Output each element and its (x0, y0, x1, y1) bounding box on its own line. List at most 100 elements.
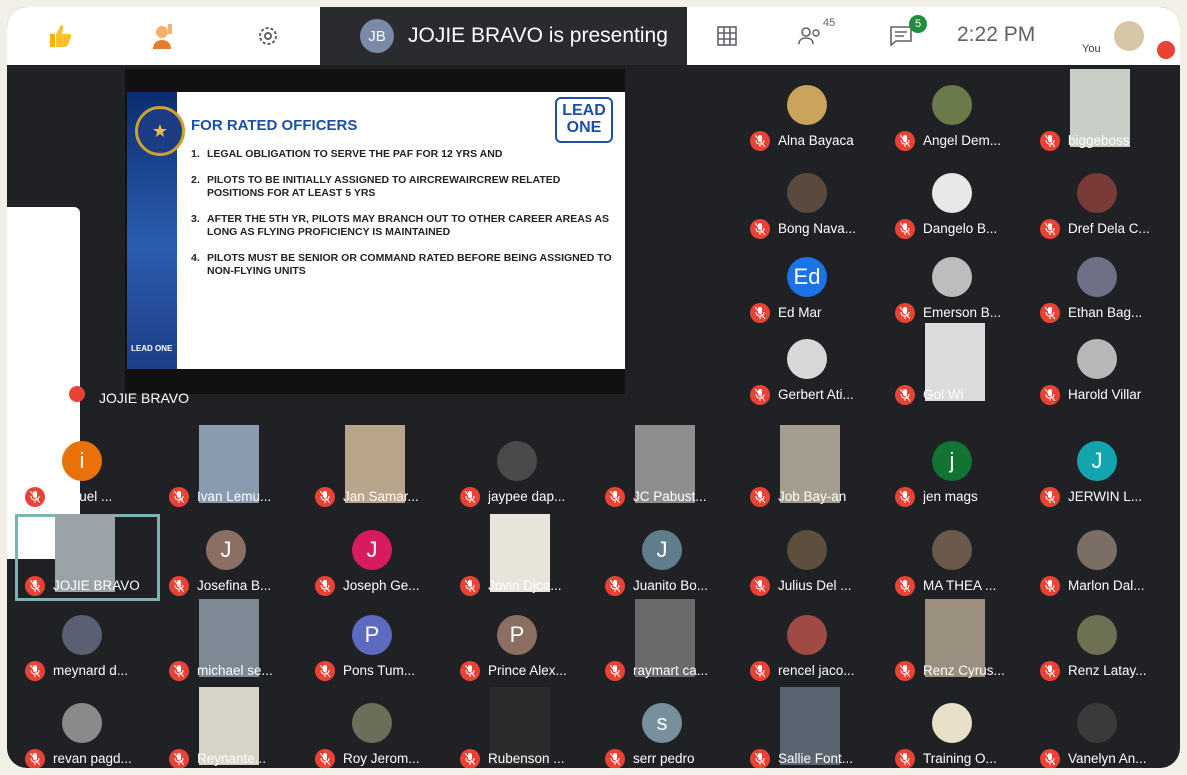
mic-off-icon (169, 487, 189, 507)
participant-tile[interactable]: Reynante... (159, 687, 304, 768)
participant-name: Renz Latay... (1068, 663, 1147, 678)
participant-tile[interactable]: Training O... (885, 687, 1030, 768)
participant-name: Josefina B... (197, 578, 272, 593)
participant-name: Job Bay-an (778, 489, 847, 504)
participant-tile[interactable]: J Juanito Bo... (595, 514, 740, 601)
participant-avatar (497, 441, 537, 481)
participant-tile[interactable]: j jen mags (885, 425, 1030, 512)
participant-tile[interactable]: Ethan Bag... (1030, 241, 1175, 328)
grid-layout-icon[interactable] (707, 7, 747, 65)
participant-tile[interactable]: J JERWIN L... (1030, 425, 1175, 512)
participant-tile[interactable]: michael se... (159, 599, 304, 686)
raise-hand-icon[interactable] (139, 7, 185, 65)
you-label: You (1082, 43, 1101, 55)
people-icon[interactable]: 45 (789, 7, 835, 65)
participant-avatar: J (352, 530, 392, 570)
participant-name: MA THEA ... (923, 578, 997, 593)
participant-name: Angel Dem... (923, 133, 1002, 148)
mic-off-icon (460, 576, 480, 596)
participant-avatar (352, 703, 392, 743)
paf-seal-icon: ★ (135, 106, 185, 156)
presenting-text: JOJIE BRAVO is presenting (408, 24, 668, 47)
participant-name: manuel ... (53, 489, 113, 504)
participant-tile[interactable]: Job Bay-an (740, 425, 885, 512)
participant-tile[interactable]: raymart ca... (595, 599, 740, 686)
self-avatar[interactable] (1114, 21, 1144, 51)
participant-avatar: P (497, 615, 537, 655)
participant-avatar (787, 339, 827, 379)
participant-name: Ed Mar (778, 305, 822, 320)
participant-tile[interactable]: Dref Dela C... (1030, 157, 1175, 244)
mic-off-icon (750, 661, 770, 681)
clock: 2:22 PM (957, 23, 1036, 46)
participant-tile[interactable]: revan pagd... (15, 687, 160, 768)
participant-tile[interactable]: Jan Samar... (305, 425, 450, 512)
participant-name: jen mags (923, 489, 978, 504)
participant-name: Training O... (923, 751, 997, 766)
mic-off-icon (169, 576, 189, 596)
participant-tile[interactable]: Alna Bayaca (740, 69, 885, 156)
participant-tile[interactable]: Gol Wi (885, 323, 1030, 410)
participant-tile[interactable]: Julius Del ... (740, 514, 885, 601)
participant-tile[interactable]: P Pons Tum... (305, 599, 450, 686)
mic-off-icon (895, 131, 915, 151)
participant-tile[interactable]: Rubenson ... (450, 687, 595, 768)
participant-avatar: P (352, 615, 392, 655)
participant-tile[interactable]: Renz Latay... (1030, 599, 1175, 686)
participant-tile[interactable]: Jovin Djca... (450, 514, 595, 601)
mic-off-icon (25, 487, 45, 507)
participant-tile[interactable]: i manuel ... (15, 425, 160, 512)
participant-avatar (62, 615, 102, 655)
participant-tile[interactable]: Harold Villar (1030, 323, 1175, 410)
participant-tile[interactable]: Ivan Lemu... (159, 425, 304, 512)
mic-off-icon (1040, 749, 1060, 768)
participant-avatar: s (642, 703, 682, 743)
participant-tile[interactable]: jaypee dap... (450, 425, 595, 512)
participant-tile[interactable]: J Joseph Ge... (305, 514, 450, 601)
gear-icon[interactable] (245, 7, 291, 65)
participant-name: Reynante... (197, 751, 267, 766)
participant-name: Julius Del ... (778, 578, 852, 593)
participant-avatar: J (1077, 441, 1117, 481)
participant-tile[interactable]: Marlon Dal... (1030, 514, 1175, 601)
mic-off-icon (750, 303, 770, 323)
participant-tile[interactable]: biggeboss (1030, 69, 1175, 156)
presenting-indicator[interactable]: JB JOJIE BRAVO is presenting (320, 7, 687, 65)
participant-tile[interactable]: s serr pedro (595, 687, 740, 768)
mic-off-icon (1040, 219, 1060, 239)
participant-tile[interactable]: J Josefina B... (159, 514, 304, 601)
participant-tile[interactable]: Vanelyn An... (1030, 687, 1175, 768)
participant-tile[interactable]: JOJIE BRAVO (15, 514, 160, 601)
participant-tile[interactable]: Sallie Font... (740, 687, 885, 768)
participant-tile[interactable]: Dangelo B... (885, 157, 1030, 244)
participant-name: meynard d... (53, 663, 129, 678)
participant-tile[interactable]: Emerson B... (885, 241, 1030, 328)
participant-avatar (787, 173, 827, 213)
participant-tile[interactable]: rencel jaco... (740, 599, 885, 686)
chat-icon[interactable]: 5 (879, 7, 927, 65)
participant-tile[interactable]: Renz Cyrus... (885, 599, 1030, 686)
mic-off-icon (750, 576, 770, 596)
participant-tile[interactable]: Ed Ed Mar (740, 241, 885, 328)
participant-tile[interactable]: MA THEA ... (885, 514, 1030, 601)
participant-avatar (1077, 173, 1117, 213)
participant-tile[interactable]: Angel Dem... (885, 69, 1030, 156)
participant-name: Pons Tum... (343, 663, 416, 678)
badge-line2: ONE (566, 119, 602, 136)
participant-name: Gerbert Ati... (778, 387, 854, 402)
participant-tile[interactable]: JC Pabust... (595, 425, 740, 512)
participant-tile[interactable]: P Prince Alex... (450, 599, 595, 686)
mic-off-icon (605, 749, 625, 768)
participant-name: jaypee dap... (488, 489, 566, 504)
participant-tile[interactable]: meynard d... (15, 599, 160, 686)
participant-avatar (1077, 339, 1117, 379)
mic-off-icon (895, 385, 915, 405)
participant-tile[interactable]: Roy Jerom... (305, 687, 450, 768)
thumbs-up-icon[interactable] (37, 7, 83, 65)
mic-off-icon (750, 487, 770, 507)
participant-avatar (932, 257, 972, 297)
participant-tile[interactable]: Gerbert Ati... (740, 323, 885, 410)
participant-tile[interactable]: Bong Nava... (740, 157, 885, 244)
mic-off-icon (315, 749, 335, 768)
mic-off-icon (750, 131, 770, 151)
